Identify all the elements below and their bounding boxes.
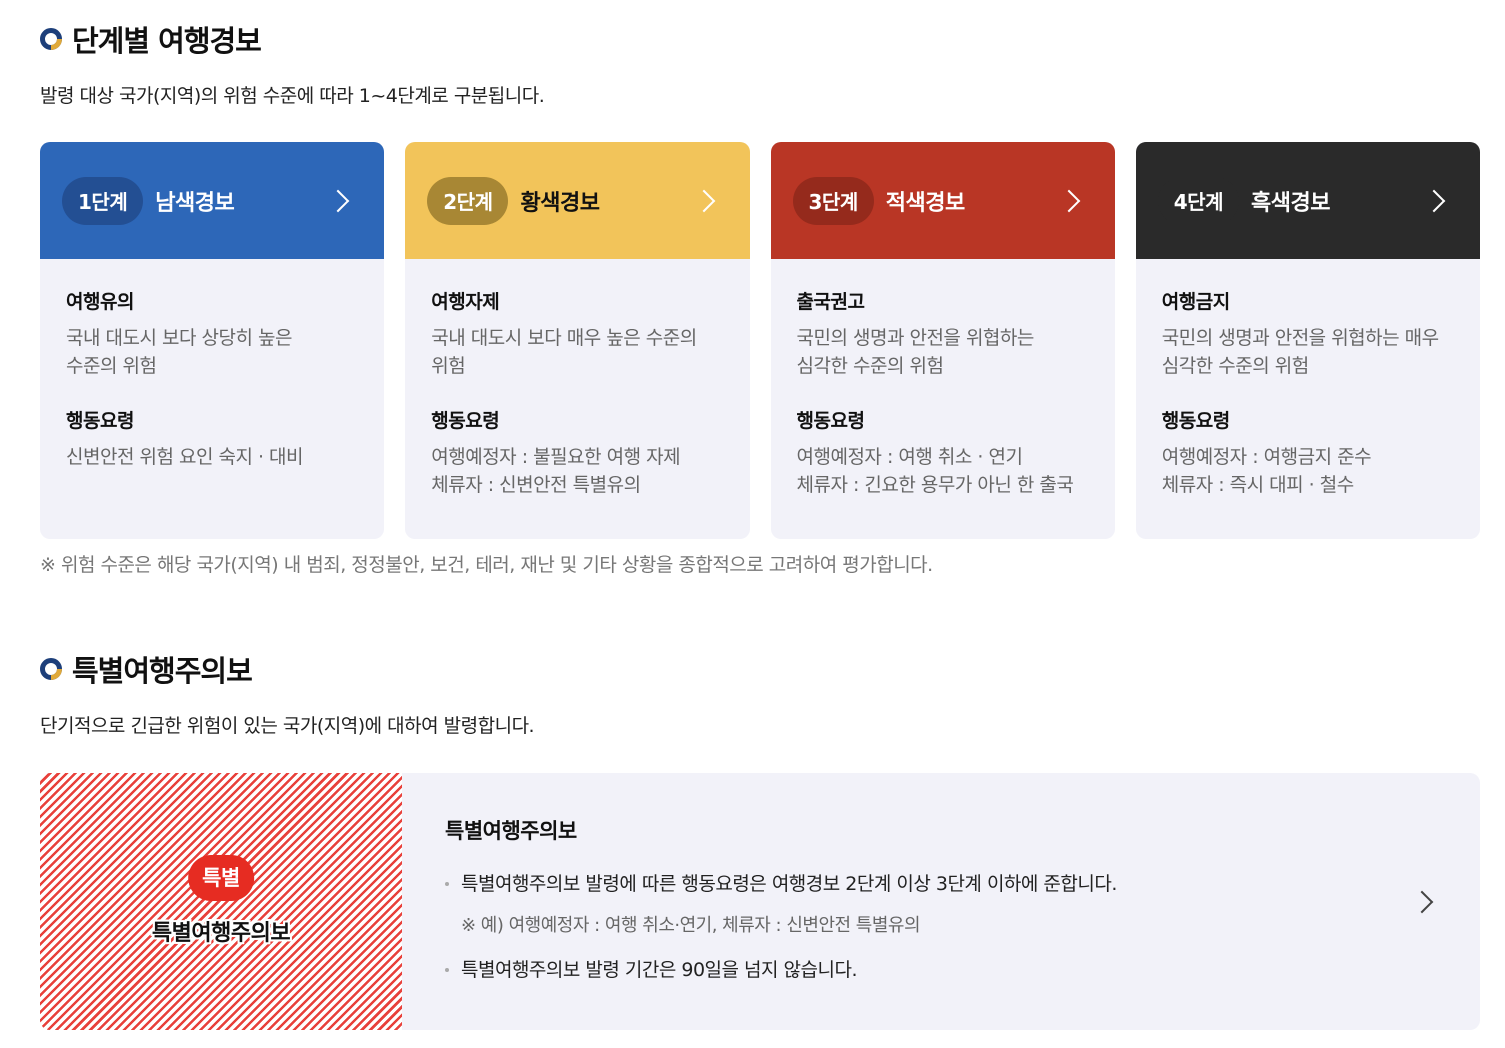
- card-label: 행동요령: [66, 410, 134, 432]
- section-description: 발령 대상 국가(지역)의 위험 수준에 따라 1~4단계로 구분됩니다.: [40, 85, 545, 107]
- special-striped-panel: 특별 특별여행주의보: [40, 773, 402, 1030]
- card-header[interactable]: 2단계 황색경보: [405, 142, 750, 259]
- card-body: 여행자제 국내 대도시 보다 매우 높은 수준의 위험 행동요령 여행예정자 :…: [405, 259, 749, 499]
- stage-badge: 4단계: [1157, 176, 1239, 225]
- card-body: 여행금지 국민의 생명과 안전을 위협하는 매우 심각한 수준의 위험 행동요령…: [1136, 259, 1480, 499]
- card-text: 국내 대도시 보다 매우 높은 수준의 위험: [431, 327, 697, 377]
- chevron-right-icon[interactable]: [326, 189, 350, 212]
- card-label: 행동요령: [796, 410, 865, 432]
- special-heading: 특별여행주의보: [445, 819, 577, 843]
- stage-badge: 3단계: [792, 176, 874, 225]
- card-body: 출국권고 국민의 생명과 안전을 위협하는 심각한 수준의 위험 행동요령 여행…: [771, 259, 1115, 499]
- list-item: 특별여행주의보 발령에 따른 행동요령은 여행경보 2단계 이상 3단계 이하에…: [445, 871, 1480, 897]
- section-heading: 특별여행주의보: [72, 654, 253, 688]
- card-text: 국민의 생명과 안전을 위협하는 심각한 수준의 위험: [796, 327, 1035, 377]
- level-card-3[interactable]: 3단계 적색경보 출국권고 국민의 생명과 안전을 위협하는 심각한 수준의 위…: [770, 142, 1115, 539]
- section-title-levels: 단계별 여행경보: [40, 18, 262, 60]
- card-label: 행동요령: [1161, 410, 1230, 432]
- card-label: 여행자제: [431, 291, 500, 313]
- card-text: 여행예정자 : 여행 취소 · 연기 체류자 : 긴요한 용무가 아닌 한 출국: [796, 446, 1074, 496]
- card-title: 적색경보: [885, 190, 965, 216]
- level-card-1[interactable]: 1단계 남색경보 여행유의 국내 대도시 보다 상당히 높은 수준의 위험 행동…: [40, 142, 385, 539]
- card-text: 신변안전 위험 요인 숙지 · 대비: [66, 446, 304, 468]
- card-text: 여행예정자 : 불필요한 여행 자제 체류자 : 신변안전 특별유의: [431, 446, 681, 496]
- card-text: 국민의 생명과 안전을 위협하는 매우 심각한 수준의 위험: [1161, 327, 1439, 377]
- card-header[interactable]: 4단계 흑색경보: [1135, 142, 1480, 259]
- card-title: 남색경보: [155, 190, 235, 216]
- chevron-right-icon[interactable]: [1057, 189, 1081, 212]
- card-header[interactable]: 1단계 남색경보: [40, 142, 385, 259]
- special-list: 특별여행주의보 발령에 따른 행동요령은 여행경보 2단계 이상 3단계 이하에…: [445, 871, 1480, 983]
- chevron-right-icon[interactable]: [692, 189, 715, 212]
- ring-bullet-icon: [40, 28, 62, 50]
- card-title: 흑색경보: [1250, 190, 1330, 216]
- card-title: 황색경보: [520, 190, 600, 216]
- card-header[interactable]: 3단계 적색경보: [770, 142, 1115, 259]
- level-card-2[interactable]: 2단계 황색경보 여행자제 국내 대도시 보다 매우 높은 수준의 위험 행동요…: [405, 142, 750, 539]
- card-label: 여행금지: [1161, 291, 1230, 313]
- card-text: 여행예정자 : 여행금지 준수 체류자 : 즉시 대피 · 철수: [1161, 446, 1372, 496]
- section-description: 단기적으로 긴급한 위험이 있는 국가(지역)에 대하여 발령합니다.: [40, 715, 535, 737]
- level-cards: 1단계 남색경보 여행유의 국내 대도시 보다 상당히 높은 수준의 위험 행동…: [40, 142, 1480, 539]
- card-label: 출국권고: [796, 291, 865, 313]
- card-text: 국내 대도시 보다 상당히 높은 수준의 위험: [66, 327, 292, 377]
- stage-badge: 2단계: [427, 176, 509, 225]
- card-label: 행동요령: [431, 410, 500, 432]
- risk-note: ※ 위험 수준은 해당 국가(지역) 내 범죄, 정정불안, 보건, 테러, 재…: [40, 554, 933, 576]
- special-advisory-card[interactable]: 특별 특별여행주의보 특별여행주의보 특별여행주의보 발령에 따른 행동요령은 …: [40, 773, 1480, 1030]
- stage-badge: 1단계: [62, 176, 144, 225]
- card-label: 여행유의: [66, 291, 134, 313]
- section-title-special: 특별여행주의보: [40, 648, 253, 690]
- card-body: 여행유의 국내 대도시 보다 상당히 높은 수준의 위험 행동요령 신변안전 위…: [40, 259, 384, 471]
- chevron-right-icon[interactable]: [1422, 189, 1446, 212]
- list-item: 특별여행주의보 발령 기간은 90일을 넘지 않습니다.: [445, 957, 1480, 983]
- special-info: 특별여행주의보 특별여행주의보 발령에 따른 행동요령은 여행경보 2단계 이상…: [402, 773, 1480, 1030]
- level-card-4[interactable]: 4단계 흑색경보 여행금지 국민의 생명과 안전을 위협하는 매우 심각한 수준…: [1135, 142, 1480, 539]
- ring-bullet-icon: [40, 658, 62, 680]
- special-badge: 특별: [188, 855, 254, 901]
- special-panel-label: 특별여행주의보: [151, 921, 291, 946]
- special-example-note: ※ 예) 여행예정자 : 여행 취소·연기, 체류자 : 신변안전 특별유의: [461, 915, 921, 936]
- page-title: 단계별 여행경보: [72, 24, 262, 58]
